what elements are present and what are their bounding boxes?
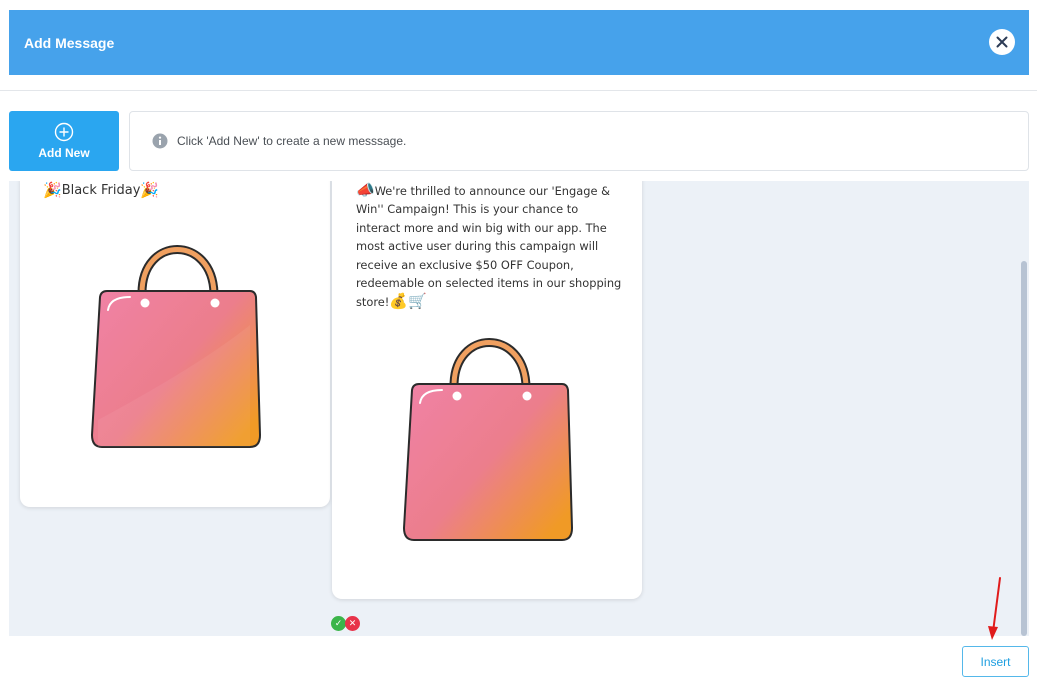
messages-list[interactable]: 🎉 Black Friday 🎉 📣We're thrilled to anno… bbox=[9, 181, 1029, 636]
shopping-bag-image bbox=[402, 338, 574, 541]
message-card[interactable]: 🎉 Black Friday 🎉 bbox=[20, 181, 330, 507]
scrollbar-thumb[interactable] bbox=[1021, 261, 1027, 636]
money-bag-icon: 💰 bbox=[389, 292, 409, 311]
megaphone-icon: 📣 bbox=[356, 181, 375, 199]
add-new-button[interactable]: Add New bbox=[9, 111, 119, 171]
dialog-header: Add Message bbox=[9, 10, 1029, 75]
message-card[interactable]: 📣We're thrilled to announce our 'Engage … bbox=[332, 181, 642, 599]
message-text: 📣We're thrilled to announce our 'Engage … bbox=[356, 181, 624, 312]
message-title-text: Black Friday bbox=[61, 182, 141, 198]
close-button[interactable] bbox=[989, 29, 1015, 55]
party-popper-icon: 🎉 bbox=[43, 181, 62, 199]
shopping-bag-image bbox=[90, 245, 262, 448]
message-title: 🎉 Black Friday 🎉 bbox=[43, 181, 159, 199]
insert-button[interactable]: Insert bbox=[962, 646, 1029, 677]
dialog-title: Add Message bbox=[24, 34, 115, 51]
party-popper-icon: 🎉 bbox=[140, 181, 160, 199]
info-box: Click 'Add New' to create a new messsage… bbox=[129, 111, 1029, 171]
plus-circle-icon bbox=[54, 122, 74, 142]
check-circle-icon[interactable]: ✓ bbox=[331, 616, 346, 631]
annotation-arrow bbox=[988, 577, 1001, 640]
header-divider bbox=[0, 90, 1037, 91]
message-body: We're thrilled to announce our 'Engage &… bbox=[356, 184, 622, 310]
info-text: Click 'Add New' to create a new messsage… bbox=[177, 134, 407, 148]
info-icon bbox=[152, 133, 168, 149]
message-status-icons: ✓ ✕ bbox=[331, 616, 360, 631]
scrollbar-track[interactable] bbox=[1019, 181, 1029, 636]
add-new-label: Add New bbox=[38, 146, 90, 160]
shopping-cart-icon: 🛒 bbox=[408, 292, 427, 311]
close-icon bbox=[996, 36, 1008, 48]
x-circle-icon[interactable]: ✕ bbox=[345, 616, 360, 631]
